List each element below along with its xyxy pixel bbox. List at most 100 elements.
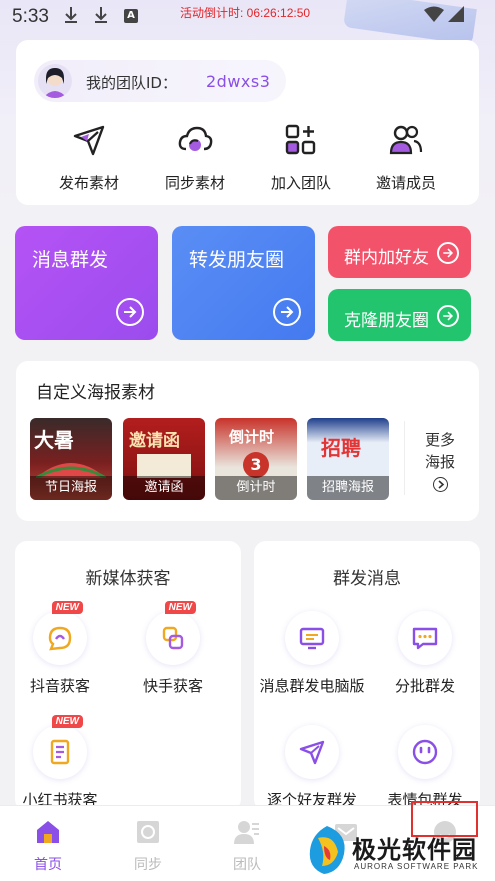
new-badge: NEW — [51, 715, 83, 728]
poster-art-text: 招聘 — [321, 436, 361, 460]
team-icon — [234, 821, 259, 844]
group-message-card: 群发消息 消息群发电脑版 分批群发 逐个好友群发 表情包群发 — [254, 541, 480, 811]
poster-art-text: 倒计时 — [229, 428, 275, 446]
watermark: 极光软件园 AURORA SOFTWARE PARK — [298, 822, 493, 878]
avatar — [38, 64, 72, 98]
arrow-right-icon — [116, 298, 144, 326]
forward-moments-tile[interactable]: 转发朋友圈 — [172, 226, 315, 340]
home-icon — [37, 821, 59, 843]
sticker-mass-button[interactable]: 表情包群发 — [370, 725, 480, 810]
poster-recruit[interactable]: 招聘 招聘海报 — [307, 418, 389, 500]
wifi-icon — [424, 6, 444, 26]
tab-sync[interactable]: 同步 — [118, 818, 178, 874]
sync-material-button[interactable]: 同步素材 — [140, 122, 250, 193]
tab-sync-label: 同步 — [134, 857, 162, 873]
message-dots-icon-circle — [398, 611, 452, 665]
xiaohongshu-acquire-button[interactable]: NEW 小红书获客 — [5, 715, 115, 810]
new-badge: NEW — [51, 601, 83, 614]
invite-member-label: 邀请成员 — [375, 174, 436, 192]
poster-caption: 邀请函 — [123, 476, 205, 500]
poster-section-title: 自定义海报素材 — [36, 383, 155, 403]
watermark-subtext: AURORA SOFTWARE PARK — [354, 862, 479, 871]
new-media-card: 新媒体获客 NEW 抖音获客 NEW 快手获客 NEW 小红书获客 — [15, 541, 241, 811]
mass-message-pc-button[interactable]: 消息群发电脑版 — [257, 611, 367, 696]
mass-message-tile[interactable]: 消息群发 — [15, 226, 158, 340]
forward-moments-label: 转发朋友圈 — [189, 249, 285, 271]
signal-icon — [448, 6, 464, 26]
douyin-icon-circle: NEW — [33, 601, 87, 665]
join-team-button[interactable]: 加入团队 — [246, 122, 356, 193]
poster-art-text: 大暑 — [34, 428, 74, 452]
tab-team[interactable]: 团队 — [217, 818, 277, 874]
team-id-pill[interactable]: 我的团队ID： 2dwxs3 — [34, 60, 286, 102]
kuaishou-acquire-label: 快手获客 — [142, 677, 203, 695]
tab-home[interactable]: 首页 — [18, 818, 78, 874]
arrow-right-icon — [437, 305, 459, 327]
watermark-text: 极光软件园 — [352, 836, 477, 864]
group-add-friend-label: 群内加好友 — [344, 248, 429, 268]
sync-icon — [137, 821, 159, 843]
watermelon-image — [36, 463, 106, 478]
kuaishou-acquire-button[interactable]: NEW 快手获客 — [118, 601, 228, 696]
smile-icon — [412, 739, 438, 765]
send-icon-circle — [285, 725, 339, 779]
poster-caption: 招聘海报 — [307, 476, 389, 500]
batch-mass-button[interactable]: 分批群发 — [370, 611, 480, 696]
divider — [404, 421, 405, 495]
mass-message-label: 消息群发 — [32, 249, 109, 271]
publish-material-label: 发布素材 — [58, 174, 119, 192]
more-posters-button[interactable]: 更多 海报 — [420, 429, 460, 498]
kuaishou-icon-circle: NEW — [146, 601, 200, 665]
status-bar: 5:33 A 活动倒计时: 06:26:12:50 — [0, 0, 495, 45]
tab-team-label: 团队 — [233, 857, 261, 873]
poster-invitation[interactable]: 邀请函 邀请函 — [123, 418, 205, 500]
douyin-acquire-label: 抖音获客 — [29, 677, 90, 695]
monitor-icon-circle — [285, 611, 339, 665]
download-icon — [64, 6, 78, 29]
monitor-icon — [299, 627, 325, 650]
send-icon — [73, 125, 105, 156]
poster-countdown[interactable]: 倒计时 3 倒计时 — [215, 418, 297, 500]
more-label-line1: 更多 — [424, 431, 455, 449]
new-badge: NEW — [164, 601, 196, 614]
send-icon — [299, 740, 325, 765]
tab-home-label: 首页 — [34, 857, 62, 873]
team-card: 我的团队ID： 2dwxs3 发布素材 同步素材 加入团队 邀请成员 — [16, 40, 479, 205]
poster-card: 自定义海报素材 大暑 节日海报 邀请函 邀请函 倒计时 3 倒计时 招聘 招聘海… — [16, 361, 479, 521]
cloud-sync-icon — [178, 126, 213, 151]
join-team-label: 加入团队 — [270, 174, 331, 192]
arrow-right-icon — [273, 298, 301, 326]
team-id-label: 我的团队ID： — [86, 74, 177, 92]
clone-moments-label: 克隆朋友圈 — [344, 311, 429, 331]
invitation-paper — [137, 454, 191, 478]
message-dots-icon — [412, 627, 438, 650]
arrow-right-icon — [437, 242, 459, 264]
aurora-logo-icon — [309, 826, 345, 874]
more-label-line2: 海报 — [424, 453, 455, 471]
clone-moments-tile[interactable]: 克隆朋友圈 — [328, 289, 471, 341]
xiaohongshu-icon-circle: NEW — [33, 715, 87, 779]
poster-holiday[interactable]: 大暑 节日海报 — [30, 418, 112, 500]
poster-art-text: 邀请函 — [129, 431, 180, 451]
poster-caption: 倒计时 — [215, 476, 297, 500]
per-friend-mass-button[interactable]: 逐个好友群发 — [257, 725, 367, 810]
smile-icon-circle — [398, 725, 452, 779]
grid-add-icon — [285, 124, 316, 155]
countdown-text: 活动倒计时: 06:26:12:50 — [180, 6, 311, 20]
publish-material-button[interactable]: 发布素材 — [34, 122, 144, 193]
download-icon — [94, 6, 108, 29]
group-add-friend-tile[interactable]: 群内加好友 — [328, 226, 471, 278]
new-media-title: 新媒体获客 — [85, 569, 171, 589]
link-icon — [162, 626, 184, 650]
status-time: 5:33 — [12, 6, 49, 27]
notebook-icon — [50, 739, 70, 765]
invite-member-button[interactable]: 邀请成员 — [351, 122, 461, 193]
chat-bubble-icon — [48, 626, 72, 651]
countdown-number: 3 — [243, 452, 269, 478]
batch-mass-label: 分批群发 — [394, 677, 455, 695]
team-id-value: 2dwxs3 — [206, 72, 271, 91]
a-notification-icon: A — [124, 9, 138, 23]
sync-material-label: 同步素材 — [164, 174, 225, 192]
douyin-acquire-button[interactable]: NEW 抖音获客 — [5, 601, 115, 696]
people-icon — [389, 125, 423, 155]
